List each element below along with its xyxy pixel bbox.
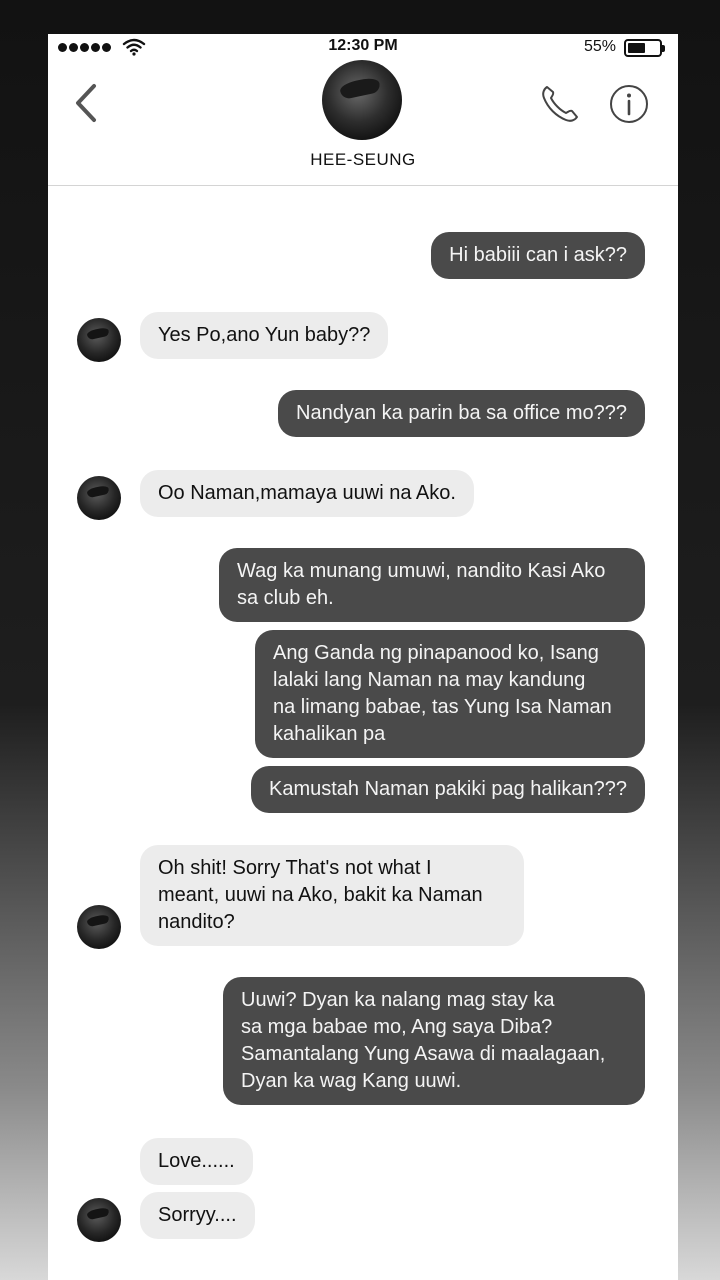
contact-avatar[interactable] — [322, 60, 402, 140]
chat-header: HEE-SEUNG — [48, 60, 678, 186]
chat-screen: 12:30 PM 55% HEE-SEUNG Hi babiii can i a… — [48, 34, 678, 1280]
battery-percentage: 55% — [583, 38, 616, 55]
contact-avatar-small[interactable] — [77, 476, 121, 520]
message-bubble-sent[interactable]: Kamustah Naman pakiki pag halikan??? — [251, 766, 645, 813]
message-bubble-sent[interactable]: Wag ka munang umuwi, nandito Kasi Ako sa… — [219, 548, 645, 622]
message-bubble-received[interactable]: Sorryy.... — [140, 1192, 255, 1239]
battery-fill — [628, 43, 645, 53]
message-bubble-sent[interactable]: Uuwi? Dyan ka nalang mag stay ka sa mga … — [223, 977, 645, 1105]
message-bubble-received[interactable]: Love...... — [140, 1138, 253, 1185]
contact-name[interactable]: HEE-SEUNG — [48, 150, 678, 170]
message-bubble-received[interactable]: Oh shit! Sorry That's not what I meant, … — [140, 845, 524, 946]
message-bubble-sent[interactable]: Ang Ganda ng pinapanood ko, Isang lalaki… — [255, 630, 645, 758]
message-bubble-received[interactable]: Yes Po,ano Yun baby?? — [140, 312, 389, 359]
message-bubble-received[interactable]: Oo Naman,mamaya uuwi na Ako. — [140, 470, 474, 517]
chevron-left-icon[interactable] — [68, 78, 108, 128]
phone-icon[interactable] — [538, 82, 582, 126]
contact-avatar-small[interactable] — [77, 905, 121, 949]
info-icon[interactable] — [608, 83, 650, 125]
contact-avatar-small[interactable] — [77, 318, 121, 362]
contact-avatar-small[interactable] — [77, 1198, 121, 1242]
message-bubble-sent[interactable]: Hi babiii can i ask?? — [431, 232, 645, 279]
status-bar: 12:30 PM 55% — [48, 34, 678, 62]
message-bubble-sent[interactable]: Nandyan ka parin ba sa office mo??? — [278, 390, 645, 437]
background-frame: 12:30 PM 55% HEE-SEUNG Hi babiii can i a… — [0, 0, 720, 1280]
battery-icon — [624, 39, 665, 57]
